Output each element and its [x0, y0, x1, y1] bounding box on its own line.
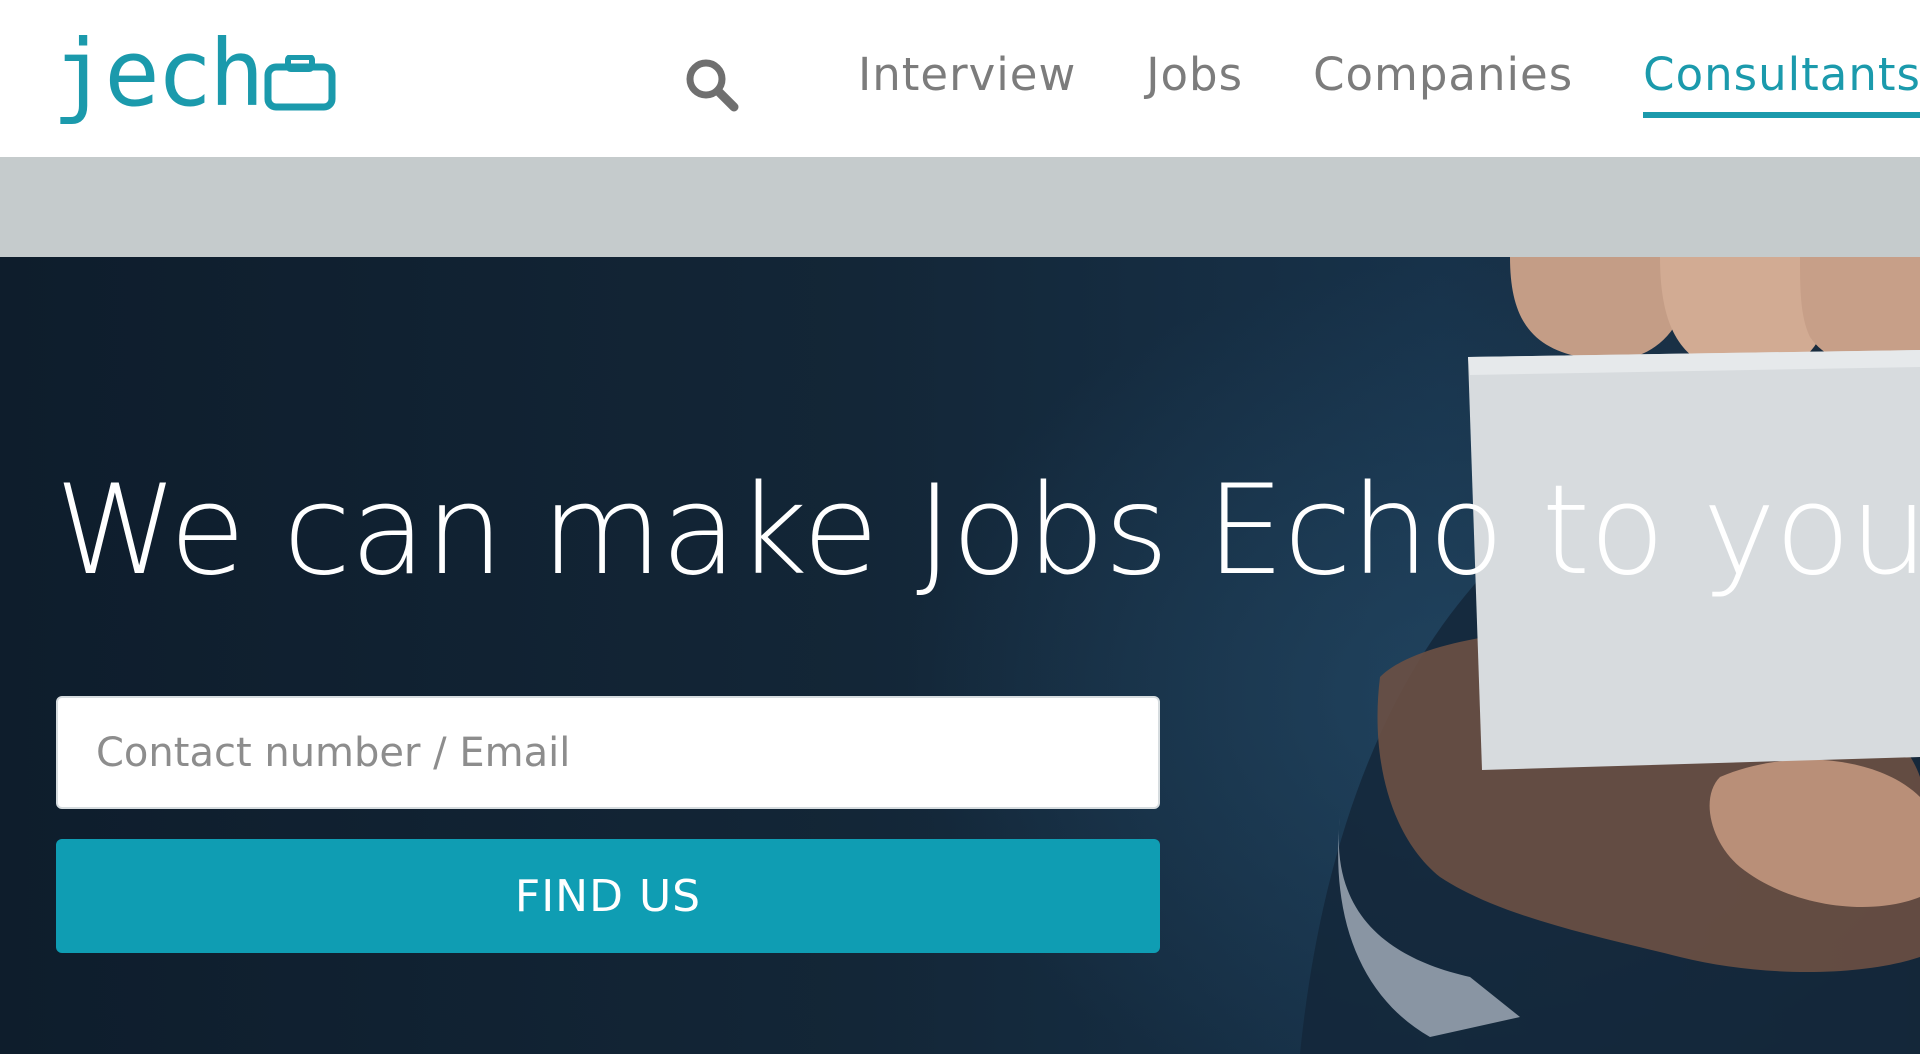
find-us-button[interactable]: FIND US: [56, 839, 1160, 953]
nav-item-consultants[interactable]: Consultants: [1643, 48, 1920, 118]
logo-text: jech: [52, 20, 265, 127]
search-icon: [686, 59, 739, 112]
hero-headline: We can make Jobs Echo to you.: [55, 459, 1920, 603]
contact-input[interactable]: [56, 696, 1160, 809]
nav-item-interview[interactable]: Interview: [858, 48, 1076, 112]
nav-item-companies[interactable]: Companies: [1313, 48, 1573, 112]
site-header: jech Interview Jobs Companies Consultant…: [0, 0, 1920, 157]
hero-section: We can make Jobs Echo to you. FIND US: [0, 257, 1920, 1054]
gray-banner-strip: [0, 157, 1920, 257]
briefcase-icon: [264, 55, 336, 111]
search-button[interactable]: [682, 55, 742, 115]
main-nav: Interview Jobs Companies Consultants: [858, 48, 1920, 118]
logo[interactable]: jech: [52, 28, 336, 120]
nav-item-jobs[interactable]: Jobs: [1146, 48, 1243, 112]
